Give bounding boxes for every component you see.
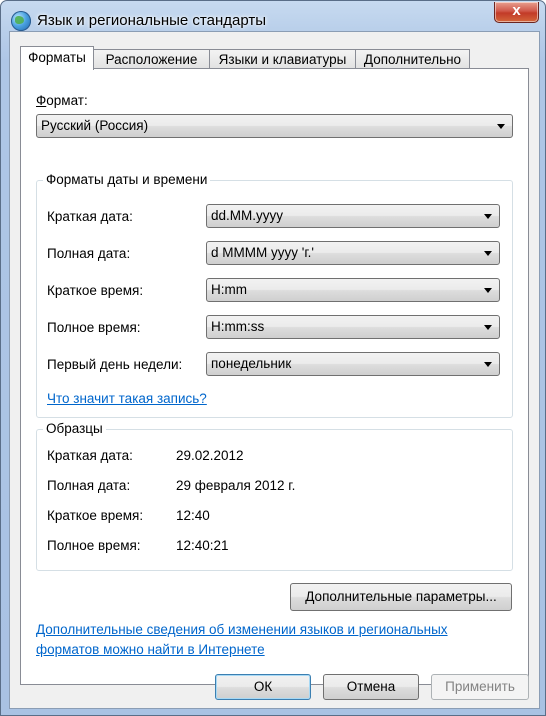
tab-location[interactable]: Расположение — [93, 49, 210, 69]
sample-long-date-value: 29 февраля 2012 г. — [176, 478, 296, 493]
chevron-down-icon — [484, 214, 492, 219]
sample-short-time-label: Краткое время: — [47, 508, 144, 523]
sample-short-date-label: Краткая дата: — [47, 448, 133, 463]
long-time-combobox[interactable]: H:mm:ss — [206, 315, 500, 339]
datetime-group-title: Форматы даты и времени — [43, 172, 211, 187]
dialog-client: Форматы Расположение Языки и клавиатуры … — [9, 31, 540, 709]
sample-long-time-value: 12:40:21 — [176, 538, 229, 553]
cancel-button[interactable]: Отмена — [323, 674, 419, 700]
sample-long-date-label: Полная дата: — [47, 478, 131, 493]
short-date-combobox[interactable]: dd.MM.yyyy — [206, 204, 500, 228]
tab-languages-keyboards[interactable]: Языки и клавиатуры — [209, 49, 356, 69]
sample-short-time-value: 12:40 — [176, 508, 210, 523]
chevron-down-icon — [484, 288, 492, 293]
sample-short-date-value: 29.02.2012 — [176, 448, 244, 463]
formats-panel: Формат: Русский (Россия) Форматы даты и … — [20, 68, 529, 685]
samples-group: Образцы Краткая дата: 29.02.2012 Полная … — [36, 421, 513, 571]
close-button[interactable]: x — [494, 2, 539, 23]
long-time-label: Полное время: — [47, 320, 141, 335]
chevron-down-icon — [484, 362, 492, 367]
format-help-link[interactable]: Что значит такая запись? — [47, 391, 207, 406]
additional-settings-button[interactable]: Дополнительные параметры... — [290, 583, 512, 611]
long-date-combobox[interactable]: d MMMM yyyy 'г.' — [206, 241, 500, 265]
first-day-combobox[interactable]: понедельник — [206, 352, 500, 376]
chevron-down-icon — [484, 251, 492, 256]
ok-button[interactable]: ОК — [215, 674, 311, 700]
close-icon: x — [512, 2, 521, 19]
chevron-down-icon — [484, 325, 492, 330]
sample-long-time-label: Полное время: — [47, 538, 141, 553]
info-link-line2[interactable]: форматов можно найти в Интернете — [36, 642, 265, 657]
globe-icon — [11, 11, 31, 31]
long-date-label: Полная дата: — [47, 246, 131, 261]
window-title: Язык и региональные стандарты — [37, 12, 266, 29]
tab-formats[interactable]: Форматы — [20, 46, 94, 70]
short-time-label: Краткое время: — [47, 283, 144, 298]
datetime-formats-group: Форматы даты и времени Краткая дата: dd.… — [36, 172, 513, 418]
format-value: Русский (Россия) — [41, 118, 149, 133]
first-day-label: Первый день недели: — [47, 357, 183, 372]
samples-group-title: Образцы — [43, 421, 106, 436]
apply-button[interactable]: Применить — [431, 674, 529, 700]
info-link-line1[interactable]: Дополнительные сведения об изменении язы… — [36, 622, 448, 637]
short-date-label: Краткая дата: — [47, 209, 133, 224]
format-combobox[interactable]: Русский (Россия) — [36, 114, 513, 138]
format-label: Формат: — [36, 93, 88, 108]
dialog-window: Язык и региональные стандарты x Форматы … — [0, 0, 546, 716]
tab-administrative[interactable]: Дополнительно — [355, 49, 470, 69]
chevron-down-icon — [497, 124, 505, 129]
short-time-combobox[interactable]: H:mm — [206, 278, 500, 302]
